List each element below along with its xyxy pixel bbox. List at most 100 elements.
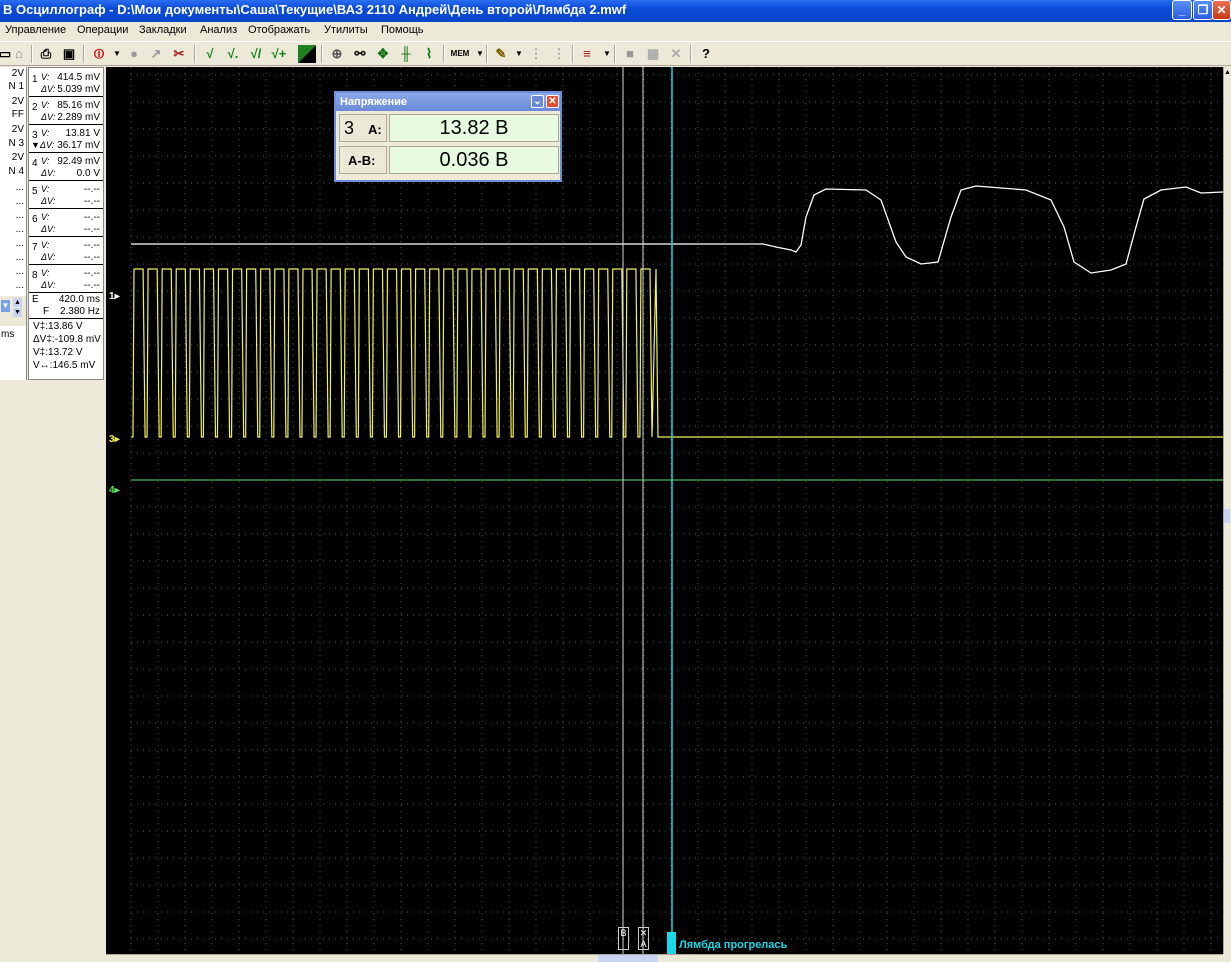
channel-number: 4 bbox=[32, 158, 38, 169]
vertical-scrollbar[interactable]: ▲ bbox=[1223, 67, 1231, 954]
channel-row[interactable]: 3 V: 13.81 V ▼ΔV: 36.17 mV bbox=[29, 126, 103, 153]
cursor-wave-icon[interactable]: ⌇ bbox=[420, 45, 438, 63]
dv-symbol: ΔV: bbox=[41, 224, 56, 234]
spinner-down-icon[interactable]: ▼ bbox=[1, 300, 10, 312]
channel-row[interactable]: 2 V: 85.16 mV ΔV: 2.289 mV bbox=[29, 98, 103, 125]
bookmark-label[interactable]: Лямбда прогрелась bbox=[679, 939, 787, 951]
channels-icon[interactable]: ≡ bbox=[578, 45, 596, 63]
autoset-icon[interactable]: ↗ bbox=[147, 45, 165, 63]
window-title: В Осциллограф - D:\Мои документы\Саша\Те… bbox=[3, 2, 627, 17]
menu-utility[interactable]: Утилиты bbox=[324, 24, 368, 36]
toolbar: ▭ ⌂ ⎙ ▣ ⏼ ▼ ● ↗ ✂ √ √. √/ √+ ⊕ ⚯ ✥ ╫ ⌇ M… bbox=[0, 41, 1231, 66]
toolbar-separator bbox=[83, 45, 85, 63]
grid-icon: ▦ bbox=[646, 46, 660, 61]
scroll-up-icon[interactable]: ▲ bbox=[1224, 69, 1231, 76]
left-panel-value[interactable]: FF bbox=[12, 109, 24, 120]
trace-marker-3[interactable]: 3▸ bbox=[109, 434, 120, 445]
memory-button[interactable]: MEM bbox=[449, 45, 471, 63]
cursor-b-handle[interactable]: B bbox=[618, 927, 629, 950]
bookmark-flag bbox=[667, 932, 676, 954]
close-button[interactable]: ✕ bbox=[1212, 0, 1231, 20]
trace-marker-4[interactable]: 4▸ bbox=[109, 485, 120, 496]
channel-voltage: 13.81 V bbox=[65, 128, 100, 139]
channel-delta: --.-- bbox=[83, 252, 100, 263]
dropdown-arrow-icon[interactable]: ▼ bbox=[108, 45, 126, 63]
v-symbol: V: bbox=[41, 268, 50, 278]
menu-operacii[interactable]: Операции bbox=[77, 24, 128, 36]
zoom-icon[interactable]: ⊕ bbox=[328, 45, 346, 63]
scope-plot bbox=[130, 67, 1223, 954]
v-symbol: V: bbox=[41, 128, 50, 138]
dv-symbol: ΔV: bbox=[41, 196, 56, 206]
spinner-down-small-icon[interactable]: ▼ bbox=[13, 308, 22, 317]
check-slash-icon[interactable]: √/ bbox=[247, 45, 265, 63]
scroll-thumb-horizontal[interactable] bbox=[598, 955, 658, 962]
cursor-x-icon: ✕ bbox=[639, 928, 648, 938]
check-icon[interactable]: √ bbox=[201, 45, 219, 63]
channel-row[interactable]: 8 V: --.-- ΔV: --.-- bbox=[29, 266, 103, 293]
channel-row[interactable]: 1 V: 414.5 mV ΔV: 5.039 mV bbox=[29, 70, 103, 97]
cursor-a-label: A bbox=[640, 939, 647, 949]
folder-icon[interactable]: ✎ bbox=[492, 45, 510, 63]
binoculars-icon[interactable]: ⚯ bbox=[351, 45, 369, 63]
timebase-spinner[interactable]: ▼ ▲ ▼ bbox=[0, 296, 26, 326]
v-symbol: V: bbox=[41, 184, 50, 194]
left-panel-value: ... bbox=[15, 280, 24, 291]
toolbar-separator bbox=[572, 45, 574, 63]
ref2-icon: ⋮ bbox=[552, 46, 566, 61]
cursor-split-icon[interactable]: ╫ bbox=[397, 45, 415, 63]
dialog-label-cell: A-B: bbox=[339, 146, 387, 174]
dialog-channel[interactable]: 3 bbox=[344, 118, 354, 139]
v-symbol: V: bbox=[41, 212, 50, 222]
channel-voltage: 414.5 mV bbox=[57, 72, 100, 83]
tools-icon[interactable]: ✂ bbox=[170, 45, 188, 63]
frequency-label: F bbox=[43, 306, 50, 317]
dialog-title-bar[interactable]: Напряжение ⌄ ✕ bbox=[336, 93, 560, 111]
oscilloscope-screen[interactable]: 1▸ 3▸ 4▸ B ✕ A bbox=[106, 67, 1223, 954]
menu-otobrazhat[interactable]: Отображать bbox=[248, 24, 310, 36]
channel-delta: 0.0 V bbox=[76, 168, 100, 179]
menu-upravlenie[interactable]: Управление bbox=[5, 24, 66, 36]
channel-delta: --.-- bbox=[83, 196, 100, 207]
v-symbol: V: bbox=[41, 72, 50, 82]
stop-icon[interactable]: ⏼ bbox=[90, 45, 108, 63]
menu-zakladki[interactable]: Закладки bbox=[139, 24, 187, 36]
record-icon[interactable]: ● bbox=[125, 45, 143, 63]
horizontal-scrollbar[interactable] bbox=[106, 954, 1223, 962]
dv-symbol: ΔV: bbox=[41, 280, 56, 290]
cursor-move-icon[interactable]: ✥ bbox=[374, 45, 392, 63]
dialog-a-value: 13.82 В bbox=[389, 114, 559, 142]
device-icon[interactable]: ⌂ bbox=[10, 45, 28, 63]
dialog-close-icon[interactable]: ✕ bbox=[546, 95, 559, 108]
channel-row[interactable]: 4 V: 92.49 mV ΔV: 0.0 V bbox=[29, 154, 103, 181]
left-panel-value: 2V bbox=[11, 96, 24, 107]
check-dot-icon[interactable]: √. bbox=[224, 45, 242, 63]
channel-row[interactable]: 7 V: --.-- ΔV: --.-- bbox=[29, 238, 103, 265]
left-panel-value[interactable]: N 4 bbox=[8, 166, 24, 177]
channel-row[interactable]: 5 V: --.-- ΔV: --.-- bbox=[29, 182, 103, 209]
channel-delta: 36.17 mV bbox=[57, 140, 100, 151]
display-mode-icon[interactable] bbox=[298, 45, 316, 63]
menu-pomosch[interactable]: Помощь bbox=[381, 24, 424, 36]
spinner-up-icon[interactable]: ▲ bbox=[13, 298, 22, 307]
check-plus-icon[interactable]: √+ bbox=[270, 45, 288, 63]
minimize-button[interactable]: _ bbox=[1172, 0, 1192, 20]
timebase-unit: ms bbox=[1, 329, 15, 340]
dialog-collapse-icon[interactable]: ⌄ bbox=[531, 95, 544, 108]
help-icon[interactable]: ? bbox=[697, 45, 715, 63]
scroll-thumb[interactable] bbox=[1224, 509, 1230, 523]
menu-analiz[interactable]: Анализ bbox=[200, 24, 237, 36]
ref-icon: ⋮ bbox=[529, 46, 543, 61]
channel-number: 8 bbox=[32, 270, 38, 281]
dialog-ab-value: 0.036 В bbox=[389, 146, 559, 174]
left-panel-value[interactable]: N 3 bbox=[8, 138, 24, 149]
cursor-a-handle[interactable]: ✕ A bbox=[638, 927, 649, 950]
toolbar-separator bbox=[443, 45, 445, 63]
save-icon[interactable]: ▣ bbox=[60, 45, 78, 63]
trace-marker-1[interactable]: 1▸ bbox=[109, 291, 120, 302]
channel-row[interactable]: 6 V: --.-- ΔV: --.-- bbox=[29, 210, 103, 237]
dropdown-arrow-icon[interactable]: ▼ bbox=[510, 45, 528, 63]
maximize-button[interactable]: ❐ bbox=[1193, 0, 1213, 20]
print-icon[interactable]: ⎙ bbox=[37, 45, 55, 63]
left-panel-value[interactable]: N 1 bbox=[8, 81, 24, 92]
